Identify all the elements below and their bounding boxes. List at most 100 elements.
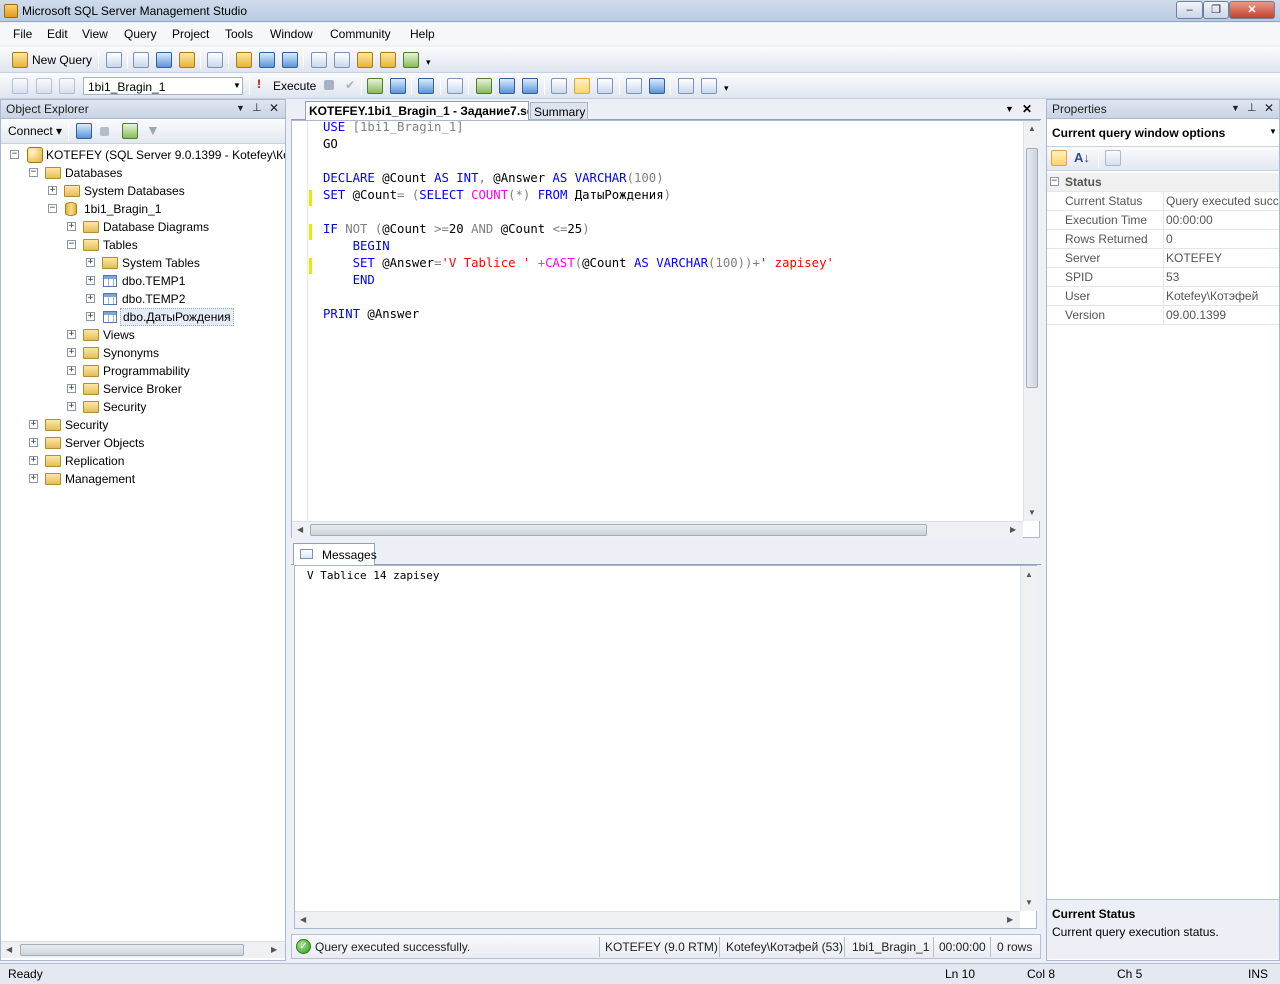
increase-indent-icon[interactable] bbox=[701, 78, 717, 94]
object-explorer-icon[interactable] bbox=[334, 52, 350, 68]
collapse-icon[interactable]: − bbox=[1050, 177, 1059, 186]
new-query-button[interactable]: New Query bbox=[32, 53, 92, 67]
expand-icon[interactable]: + bbox=[29, 438, 38, 447]
messages-vertical-scrollbar[interactable]: ▲ ▼ bbox=[1020, 566, 1037, 911]
expand-icon[interactable]: + bbox=[86, 276, 95, 285]
connect-button[interactable]: Connect ▾ bbox=[8, 124, 62, 138]
expand-icon[interactable]: + bbox=[48, 186, 57, 195]
menu-file[interactable]: File bbox=[13, 27, 32, 41]
cancel-query-icon[interactable] bbox=[324, 80, 334, 90]
uncomment-icon[interactable] bbox=[649, 78, 665, 94]
scrollbar-thumb[interactable] bbox=[1026, 148, 1038, 388]
tab-summary[interactable]: Summary bbox=[530, 102, 588, 120]
execute-button[interactable]: Execute bbox=[273, 79, 316, 93]
collapse-icon[interactable]: − bbox=[10, 150, 19, 159]
results-to-text-icon[interactable] bbox=[551, 78, 567, 94]
property-row[interactable]: Current Status Query executed successfull… bbox=[1047, 192, 1279, 211]
expand-icon[interactable]: + bbox=[67, 330, 76, 339]
messages-horizontal-scrollbar[interactable]: ◀ ▶ bbox=[295, 911, 1020, 928]
scroll-down-icon[interactable]: ▼ bbox=[1028, 508, 1036, 517]
object-selector[interactable]: Current query window options ▼ bbox=[1048, 122, 1278, 143]
disconnect-icon[interactable] bbox=[76, 123, 92, 139]
scroll-left-icon[interactable]: ◀ bbox=[297, 525, 303, 534]
pin-icon[interactable]: ⊥ bbox=[252, 101, 262, 114]
change-connection-icon[interactable] bbox=[59, 78, 75, 94]
filter-icon[interactable]: ▼ bbox=[146, 122, 160, 138]
save-icon[interactable] bbox=[259, 52, 275, 68]
expand-icon[interactable]: + bbox=[29, 456, 38, 465]
expand-icon[interactable]: + bbox=[67, 402, 76, 411]
editor-horizontal-scrollbar[interactable]: ◀ ▶ bbox=[292, 521, 1023, 538]
scroll-down-icon[interactable]: ▼ bbox=[1025, 898, 1033, 907]
tree-node-server[interactable]: − KOTEFEY (SQL Server 9.0.1399 - Kotefey… bbox=[1, 146, 285, 164]
toolbar-overflow-icon[interactable]: ▾ bbox=[724, 83, 729, 94]
menu-query[interactable]: Query bbox=[124, 27, 157, 41]
close-icon[interactable]: ✕ bbox=[1264, 101, 1274, 115]
results-to-file-icon[interactable] bbox=[597, 78, 613, 94]
property-row[interactable]: Execution Time 00:00:00 bbox=[1047, 211, 1279, 230]
menu-edit[interactable]: Edit bbox=[47, 27, 68, 41]
menu-community[interactable]: Community bbox=[330, 27, 391, 41]
maximize-button[interactable]: ❐ bbox=[1203, 1, 1229, 19]
client-stats-icon[interactable] bbox=[499, 78, 515, 94]
panel-menu-icon[interactable]: ▼ bbox=[1231, 103, 1240, 113]
scrollbar-thumb[interactable] bbox=[310, 524, 927, 536]
expand-icon[interactable]: + bbox=[29, 474, 38, 483]
property-row[interactable]: Server KOTEFEY bbox=[1047, 249, 1279, 268]
decrease-indent-icon[interactable] bbox=[678, 78, 694, 94]
toolbox-icon[interactable] bbox=[403, 52, 419, 68]
tree-horizontal-scrollbar[interactable]: ◀ ▶ bbox=[1, 941, 285, 958]
scroll-up-icon[interactable]: ▲ bbox=[1028, 124, 1036, 133]
expand-icon[interactable]: + bbox=[67, 366, 76, 375]
property-row[interactable]: Version 09.00.1399 bbox=[1047, 306, 1279, 325]
minimize-button[interactable]: – bbox=[1176, 1, 1203, 19]
intellisense-icon[interactable] bbox=[447, 78, 463, 94]
close-icon[interactable]: ✕ bbox=[269, 101, 279, 115]
property-row[interactable]: Rows Returned 0 bbox=[1047, 230, 1279, 249]
scroll-up-icon[interactable]: ▲ bbox=[1025, 570, 1033, 579]
collapse-icon[interactable]: − bbox=[29, 168, 38, 177]
properties-window-icon[interactable] bbox=[380, 52, 396, 68]
menu-tools[interactable]: Tools bbox=[225, 27, 253, 41]
connect-icon[interactable] bbox=[12, 78, 28, 94]
sqlcmd-mode-icon[interactable] bbox=[522, 78, 538, 94]
refresh-icon[interactable] bbox=[122, 123, 138, 139]
menu-view[interactable]: View bbox=[82, 27, 108, 41]
close-button[interactable]: ✕ bbox=[1229, 1, 1275, 19]
expand-icon[interactable]: + bbox=[86, 258, 95, 267]
scroll-left-icon[interactable]: ◀ bbox=[6, 945, 12, 954]
tab-messages[interactable]: Messages bbox=[293, 543, 377, 565]
analysis-query-icon[interactable] bbox=[156, 52, 172, 68]
comment-icon[interactable] bbox=[626, 78, 642, 94]
db-engine-query-icon[interactable] bbox=[133, 52, 149, 68]
scroll-right-icon[interactable]: ▶ bbox=[1010, 525, 1016, 534]
query-designer-icon[interactable] bbox=[390, 78, 406, 94]
panel-menu-icon[interactable]: ▼ bbox=[236, 103, 245, 113]
categorized-icon[interactable] bbox=[1051, 150, 1067, 166]
scrollbar-thumb[interactable] bbox=[20, 944, 244, 956]
scroll-left-icon[interactable]: ◀ bbox=[300, 915, 306, 924]
include-plan-icon[interactable] bbox=[476, 78, 492, 94]
property-row[interactable]: SPID 53 bbox=[1047, 268, 1279, 287]
specify-values-icon[interactable] bbox=[418, 78, 434, 94]
scroll-right-icon[interactable]: ▶ bbox=[271, 945, 277, 954]
pin-icon[interactable]: ⊥ bbox=[1247, 101, 1257, 114]
menu-project[interactable]: Project bbox=[172, 27, 209, 41]
expand-icon[interactable]: + bbox=[86, 312, 95, 321]
expand-icon[interactable]: + bbox=[29, 420, 38, 429]
properties-category-status[interactable]: − Status bbox=[1047, 173, 1279, 192]
toolbar-overflow-icon[interactable]: ▾ bbox=[426, 57, 431, 68]
display-plan-icon[interactable] bbox=[367, 78, 383, 94]
menu-help[interactable]: Help bbox=[410, 27, 435, 41]
collapse-icon[interactable]: − bbox=[48, 204, 57, 213]
disconnect-icon[interactable] bbox=[36, 78, 52, 94]
collapse-icon[interactable]: − bbox=[67, 240, 76, 249]
mdx-query-icon[interactable] bbox=[179, 52, 195, 68]
database-select[interactable]: 1bi1_Bragin_1 ▼ bbox=[83, 77, 243, 95]
expand-icon[interactable]: + bbox=[67, 348, 76, 357]
close-tab-icon[interactable]: ✕ bbox=[1022, 102, 1032, 116]
editor-vertical-scrollbar[interactable]: ▲ ▼ bbox=[1023, 121, 1040, 521]
property-row[interactable]: User Kotefey\Котэфей bbox=[1047, 287, 1279, 306]
expand-icon[interactable]: + bbox=[67, 222, 76, 231]
xmla-query-icon[interactable] bbox=[207, 52, 223, 68]
